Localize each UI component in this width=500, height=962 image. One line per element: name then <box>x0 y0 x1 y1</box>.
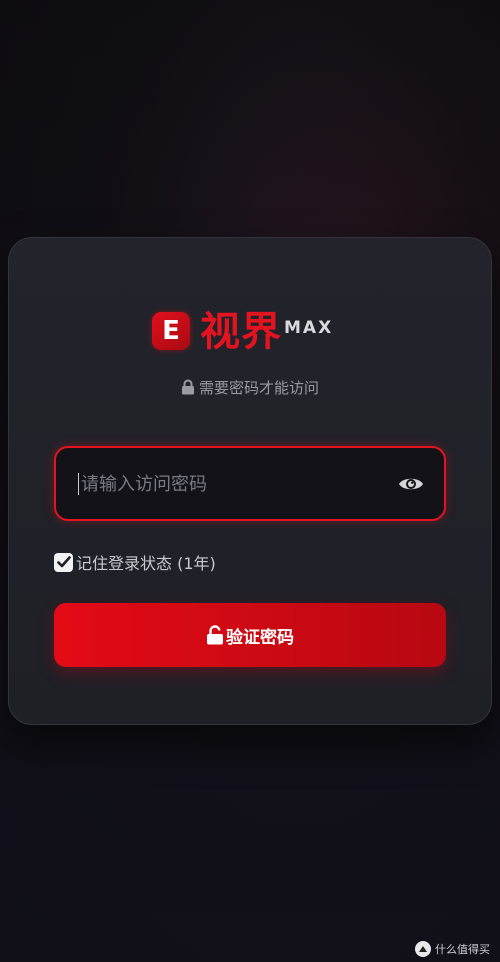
watermark-logo-icon <box>415 941 431 957</box>
verify-button-label: 验证密码 <box>226 627 294 648</box>
brand-header: E 视界 MAX <box>152 306 333 356</box>
eye-icon[interactable] <box>398 472 424 496</box>
access-notice-text: 需要密码才能访问 <box>198 378 319 397</box>
brand-name: 视界 <box>200 309 282 355</box>
unlock-icon <box>206 625 224 645</box>
password-input[interactable] <box>78 473 378 495</box>
watermark-text: 什么值得买 <box>435 943 490 956</box>
access-notice: 需要密码才能访问 <box>0 376 500 398</box>
logo-letter: E <box>162 316 180 346</box>
lock-icon <box>181 379 195 395</box>
verify-password-button[interactable]: 验证密码 <box>54 603 446 667</box>
watermark: 什么值得买 <box>415 940 490 958</box>
brand-suffix: MAX <box>284 318 334 338</box>
app-logo-icon: E <box>152 312 190 350</box>
remember-me: 记住登录状态 (1年) <box>54 550 216 574</box>
remember-label[interactable]: 记住登录状态 (1年) <box>76 550 216 574</box>
password-field-container <box>54 446 446 521</box>
remember-checkbox[interactable] <box>54 552 73 572</box>
